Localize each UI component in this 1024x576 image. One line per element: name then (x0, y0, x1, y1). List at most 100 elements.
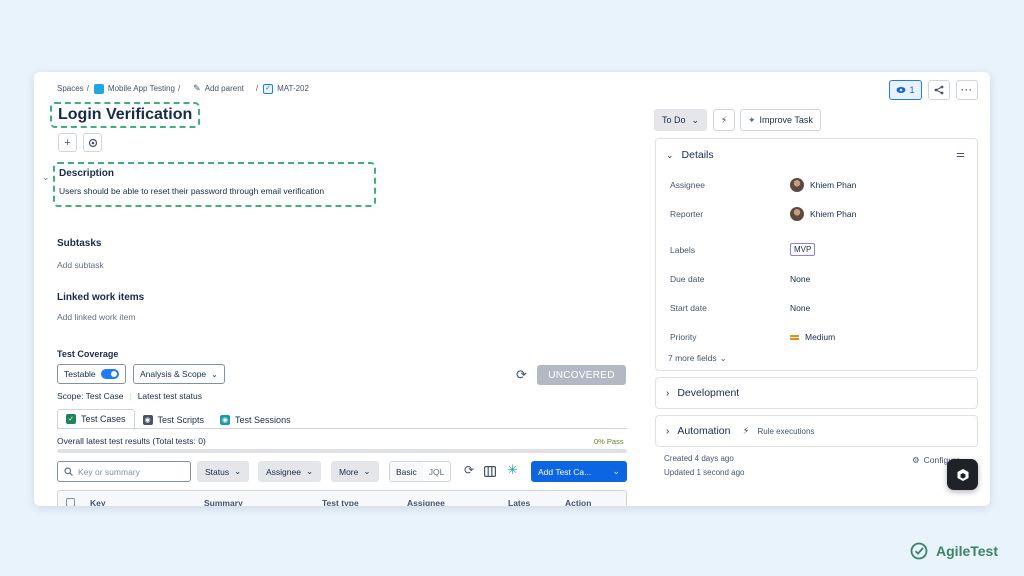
select-all-checkbox[interactable] (66, 498, 75, 506)
chevron-down-icon: ⌄ (305, 466, 314, 476)
start-date-value[interactable]: None (790, 303, 810, 313)
chevron-down-icon[interactable]: ⌄ (42, 172, 50, 183)
assignee-filter[interactable]: Assignee ⌄ (258, 461, 322, 482)
breadcrumb: Spaces / Mobile App Testing / ✎ Add paren… (57, 83, 309, 94)
more-fields-label: 7 more fields (668, 353, 717, 363)
add-button[interactable]: + (58, 133, 77, 152)
add-test-case-label: Add Test Ca... (538, 466, 592, 477)
configure-fields-icon[interactable]: ⚌ (956, 149, 965, 160)
pass-percent: 0% Pass (594, 437, 624, 446)
issue-key-label: MAT-202 (277, 84, 309, 93)
column-key[interactable]: Key (90, 498, 106, 506)
add-parent-link[interactable]: ✎ Add parent (193, 83, 244, 94)
columns-icon[interactable] (484, 464, 497, 482)
labels-label: Labels (670, 245, 696, 255)
automation-heading: Automation (677, 425, 731, 437)
plus-icon: + (64, 136, 71, 149)
avatar (790, 207, 804, 221)
assignee-value[interactable]: Khiem Phan (790, 178, 856, 192)
chevron-down-icon[interactable]: ⌄ (612, 466, 620, 477)
agiletest-logo: AgileTest (910, 542, 998, 560)
assignee-name: Khiem Phan (810, 180, 857, 190)
improve-task-button[interactable]: ✦ Improve Task (740, 109, 821, 131)
add-subtask-link[interactable]: Add subtask (57, 260, 104, 270)
linked-items-heading: Linked work items (57, 292, 145, 303)
automation-header: › Automation ⚡︎ Rule executions (666, 425, 814, 437)
description-section[interactable]: Description Users should be able to rese… (53, 162, 376, 207)
more-filter[interactable]: More ⌄ (331, 461, 379, 482)
test-table-header: Key Summary Test type Assignee Lates Act… (57, 490, 627, 506)
testable-toggle[interactable]: Testable (57, 364, 126, 384)
status-label: To Do (662, 115, 686, 125)
issue-view-card: Spaces / Mobile App Testing / ✎ Add paren… (34, 72, 990, 506)
description-text: Users should be able to reset their pass… (59, 186, 325, 196)
sparkle-icon: ✦ (748, 114, 756, 125)
assistant-fab-button[interactable] (947, 459, 978, 490)
more-actions-button[interactable]: ··· (956, 80, 978, 100)
column-assignee[interactable]: Assignee (407, 498, 445, 506)
analysis-scope-dropdown[interactable]: Analysis & Scope ⌄ (133, 364, 225, 384)
basic-mode[interactable]: Basic (390, 462, 423, 481)
reporter-value[interactable]: Khiem Phan (790, 207, 856, 221)
edit-icon: ✎ (193, 83, 201, 93)
search-icon (64, 467, 73, 476)
chevron-down-icon: ⌄ (719, 353, 727, 363)
details-panel: ⌄ Details ⚌ Assignee Khiem Phan Reporter… (655, 138, 978, 371)
chevron-right-icon: › (666, 387, 670, 399)
assignee-label: Assignee (670, 180, 705, 190)
details-header[interactable]: ⌄ Details (666, 149, 714, 161)
scope-row: Scope: Test Case | Latest test status (57, 391, 202, 401)
labels-value[interactable]: MVP (790, 243, 816, 256)
latest-status-label[interactable]: Latest test status (138, 391, 202, 401)
refresh-icon[interactable]: ⟳ (516, 367, 527, 383)
status-filter[interactable]: Status ⌄ (197, 461, 250, 482)
priority-value[interactable]: Medium (790, 332, 835, 342)
details-heading: Details (681, 149, 714, 161)
priority-name: Medium (805, 332, 836, 342)
column-latest[interactable]: Lates (508, 498, 530, 506)
column-test-type[interactable]: Test type (322, 498, 359, 506)
watch-button[interactable]: 1 (889, 80, 922, 100)
breadcrumb-issue-key[interactable]: ✓ MAT-202 (263, 83, 309, 94)
column-summary[interactable]: Summary (204, 498, 243, 506)
query-mode-toggle: Basic JQL (389, 461, 452, 482)
rule-executions-label[interactable]: Rule executions (758, 427, 815, 436)
add-test-case-button[interactable]: Add Test Ca... ⌄ (531, 461, 627, 482)
eye-icon (896, 87, 906, 93)
status-dropdown[interactable]: To Do ⌄ (654, 109, 708, 131)
development-header: › Development (666, 387, 739, 399)
more-fields-link[interactable]: 7 more fields ⌄ (668, 353, 727, 364)
automation-panel[interactable]: › Automation ⚡︎ Rule executions (655, 415, 978, 447)
development-panel[interactable]: › Development (655, 377, 978, 409)
jql-mode[interactable]: JQL (423, 462, 451, 481)
reporter-name: Khiem Phan (810, 209, 857, 219)
overall-results-label: Overall latest test results (Total tests… (57, 436, 206, 446)
more-filter-label: More (339, 466, 359, 477)
search-placeholder: Key or summary (78, 466, 140, 477)
improve-task-label: Improve Task (759, 115, 813, 125)
share-button[interactable] (928, 80, 950, 100)
issue-title[interactable]: Login Verification (50, 102, 201, 128)
checklist-icon: ✓ (66, 414, 76, 424)
share-icon (934, 85, 944, 95)
tab-label: Test Scripts (157, 414, 205, 425)
toggle-switch[interactable] (100, 369, 119, 379)
automation-button[interactable]: ⚡︎ (713, 109, 735, 131)
sync-icon[interactable]: ⟳ (464, 463, 474, 477)
apps-button[interactable] (83, 133, 102, 152)
tab-label: Test Cases (81, 414, 126, 424)
add-linked-item-link[interactable]: Add linked work item (57, 312, 135, 322)
search-input[interactable]: Key or summary (57, 461, 191, 482)
tabs-divider (57, 428, 627, 429)
breadcrumb-spaces[interactable]: Spaces (57, 84, 84, 93)
lightning-icon: ⚡︎ (720, 114, 728, 125)
gear-icon: ⚙︎ (912, 455, 920, 465)
avatar (790, 178, 804, 192)
ai-sparkle-icon[interactable]: ✳ (507, 462, 518, 478)
check-circle-icon (910, 542, 928, 560)
breadcrumb-project[interactable]: Mobile App Testing (93, 83, 175, 94)
priority-label: Priority (670, 332, 697, 342)
cube-icon (957, 468, 968, 481)
due-date-value[interactable]: None (790, 274, 810, 284)
brand-name: AgileTest (936, 543, 998, 559)
